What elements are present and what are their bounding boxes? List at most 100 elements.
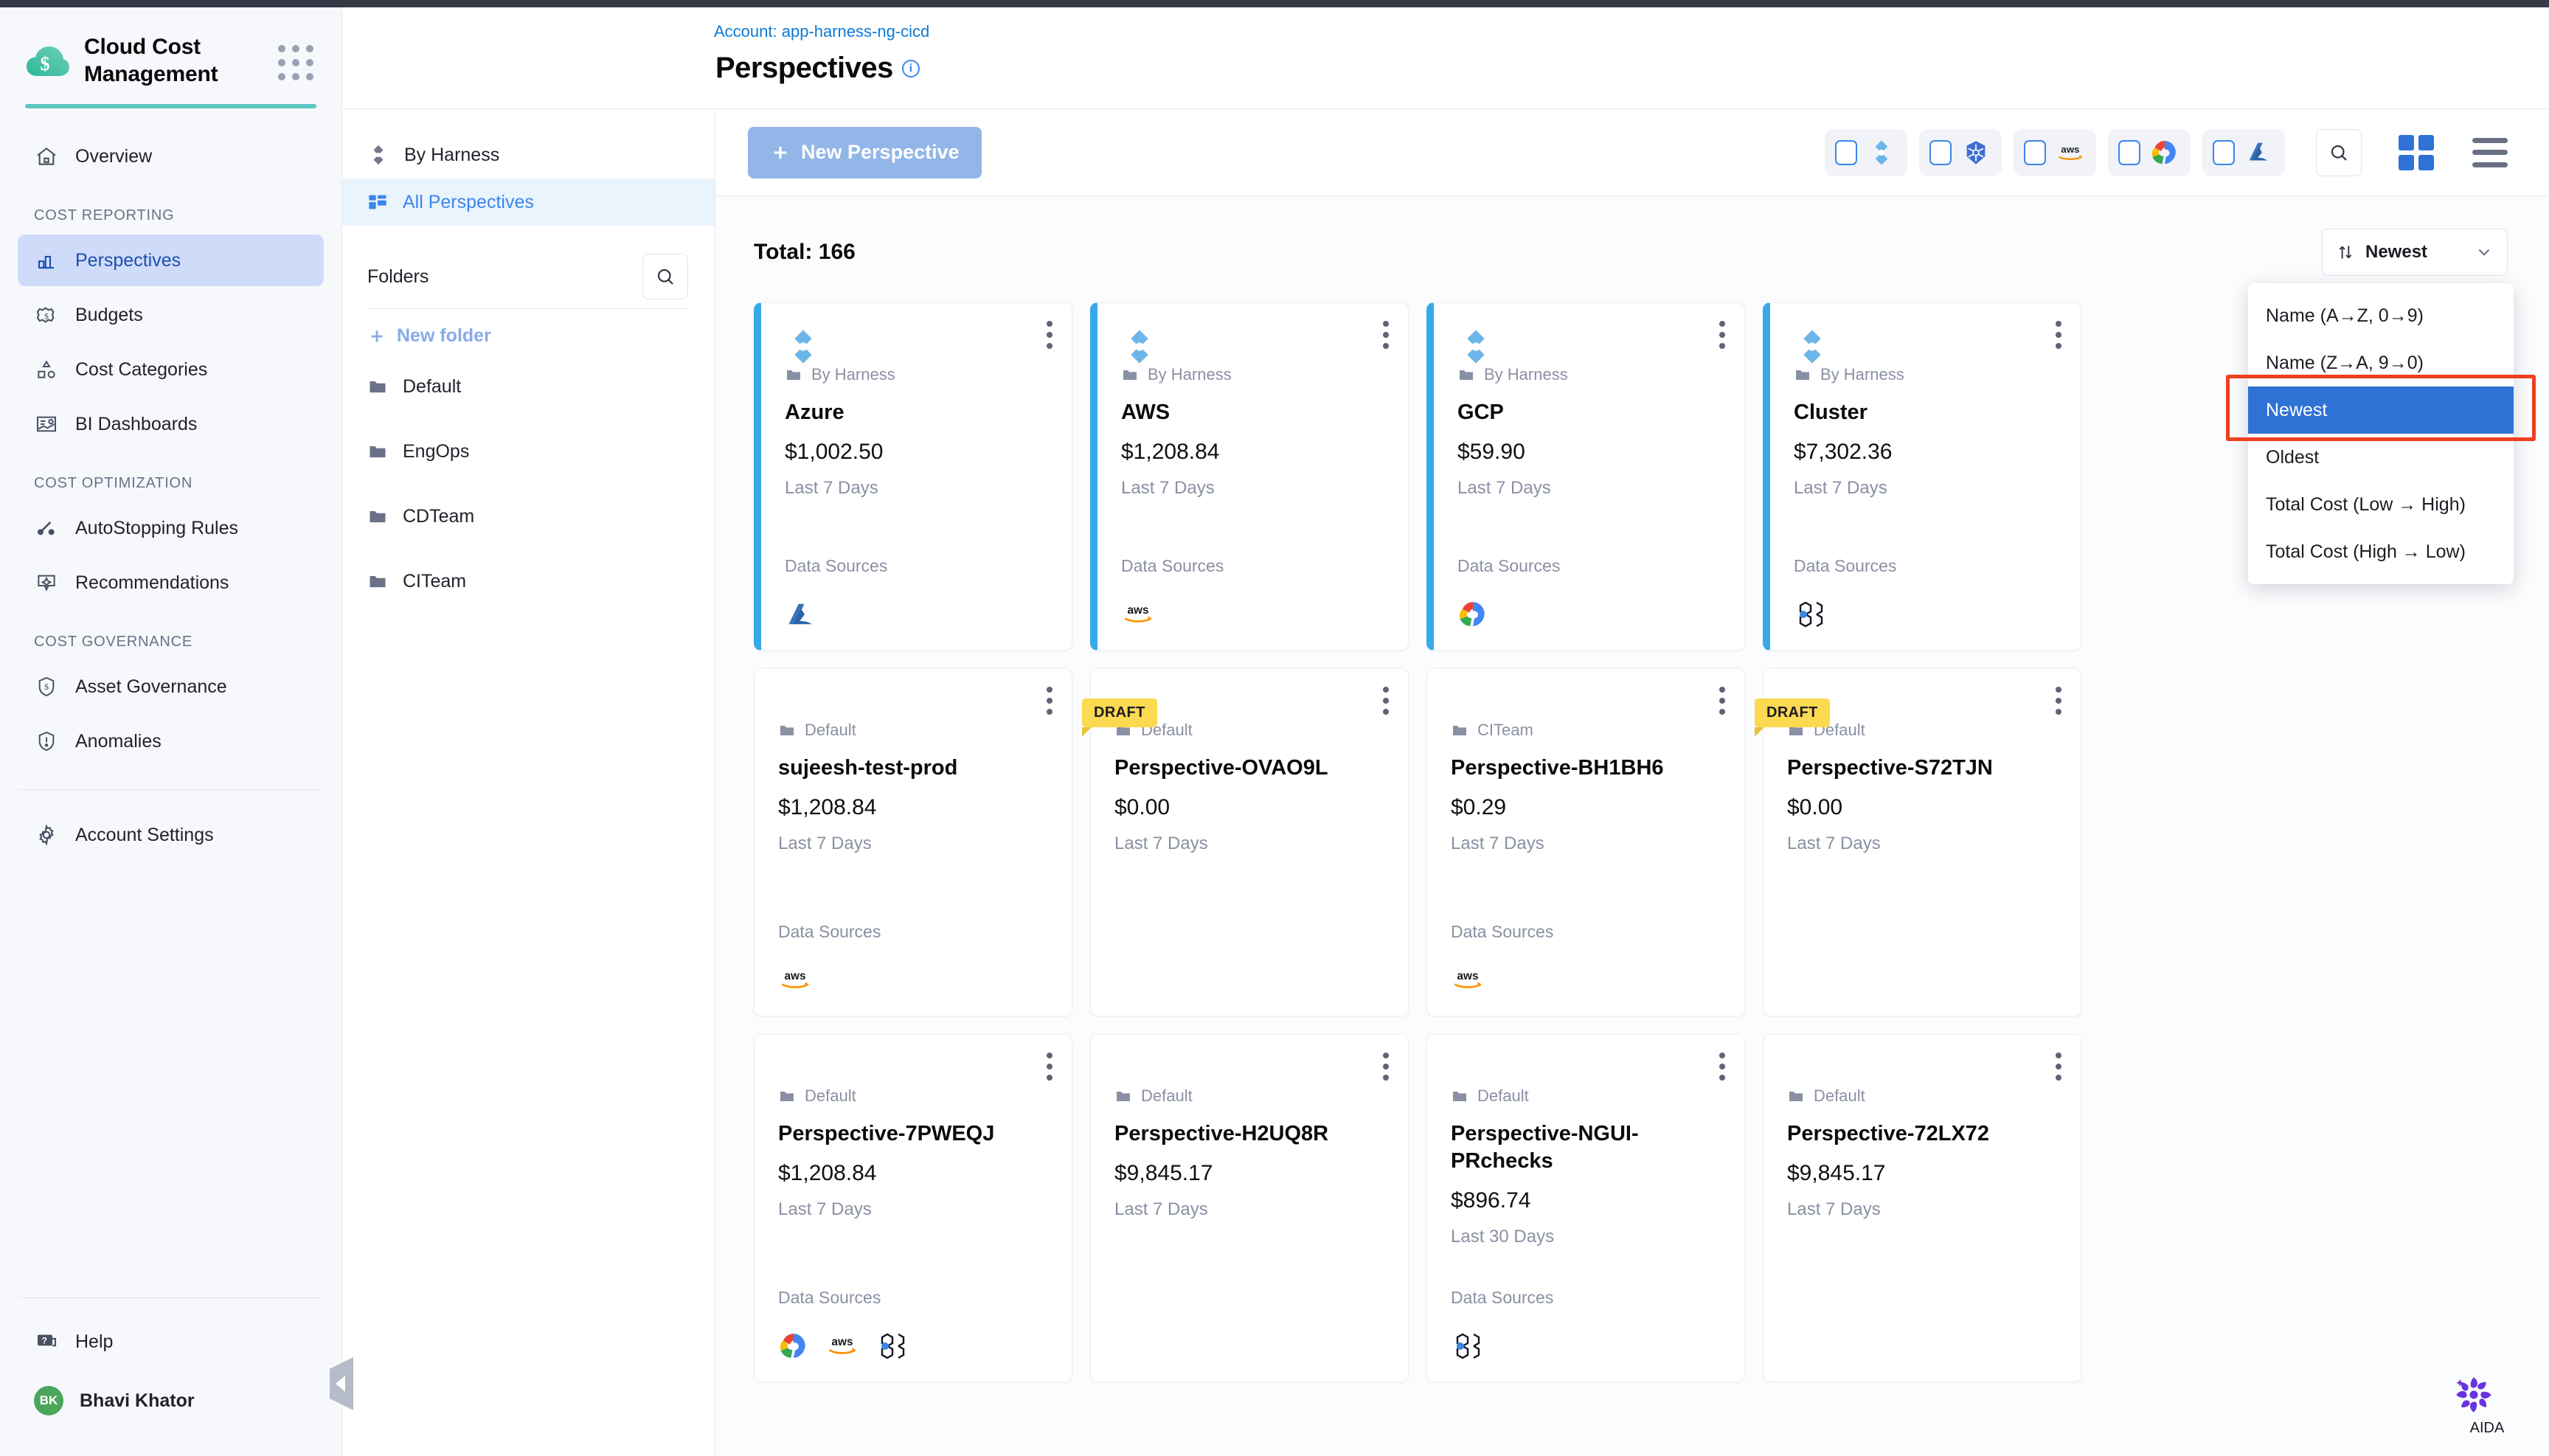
page-title: Perspectives [715,52,893,84]
perspective-card[interactable]: Default Perspective-NGUI-PRchecks $896.74… [1426,1034,1745,1382]
card-date-range: Last 7 Days [1121,478,1215,499]
sidebar-user[interactable]: BK Bhavi Khator [18,1375,324,1426]
search-button[interactable] [2316,128,2362,176]
card-data-sources: aws [778,1328,908,1364]
sidebar-item-perspectives[interactable]: Perspectives [18,235,324,287]
folder-item-by-harness[interactable]: By Harness [342,131,715,178]
checkbox-harness[interactable] [1835,139,1857,165]
sort-dropdown-menu: Name (A→Z, 0→9) Name (Z→A, 9→0) Newest O… [2226,283,2536,584]
card-menu-button[interactable] [1047,321,1052,349]
total-row: Total: 166 Newest Name (A→Z, 0→9) Name (… [715,196,2549,584]
folders-search-button[interactable] [642,254,688,299]
card-folder: CITeam [1451,721,1721,740]
card-menu-button[interactable] [1719,1053,1725,1081]
total-count: Total: 166 [754,240,856,264]
brand-title: Cloud Cost Management [84,35,218,86]
folder-row-cdteam[interactable]: CDTeam [342,484,715,549]
folder-icon [1457,366,1475,384]
perspective-card[interactable]: CITeam Perspective-BH1BH6 $0.29 Last 7 Day… [1426,668,1745,1016]
folder-icon [1114,1087,1132,1105]
breadcrumb[interactable]: Account: app-harness-ng-cicd [714,22,2549,41]
perspective-card[interactable]: By Harness Azure $1,002.50 Last 7 Days Data… [754,302,1072,651]
card-menu-button[interactable] [2056,1053,2061,1081]
card-menu-button[interactable] [1383,321,1389,349]
filter-azure[interactable] [2202,128,2285,176]
card-menu-button[interactable] [1383,1053,1389,1081]
folder-icon [367,571,388,592]
card-menu-button[interactable] [2056,321,2061,349]
card-menu-button[interactable] [1047,687,1052,715]
new-folder-button[interactable]: New folder [342,309,715,354]
card-data-sources [1794,597,1826,632]
sort-option-newest[interactable]: Newest [2248,386,2514,434]
sidebar-item-anomalies[interactable]: Anomalies [18,715,324,767]
app-grid-icon[interactable] [278,42,313,80]
sidebar-item-recommendations[interactable]: Recommendations [18,557,324,609]
card-folder-label: By Harness [811,365,895,384]
sort-option-oldest[interactable]: Oldest [2248,434,2514,481]
gcp-icon [778,1331,809,1362]
sidebar-item-autostopping-rules[interactable]: AutoStopping Rules [18,502,324,554]
checkbox-azure[interactable] [2213,139,2235,165]
folder-row-default[interactable]: Default [342,354,715,419]
checkbox-kubernetes[interactable] [1929,139,1952,165]
sidebar-item-overview[interactable]: Overview [18,131,324,182]
card-menu-button[interactable] [1383,687,1389,715]
sort-option-cost-high-low[interactable]: Total Cost (High → Low) [2248,528,2514,575]
sidebar-item-budgets[interactable]: $ Budgets [18,289,324,341]
sort-option-name-desc[interactable]: Name (Z→A, 9→0) [2248,339,2514,386]
perspective-card[interactable]: Default Perspective-7PWEQJ $1,208.84 Last … [754,1034,1072,1382]
shield-dollar-icon: $ [34,674,59,699]
card-date-range: Last 7 Days [785,478,878,499]
page-header: Account: app-harness-ng-cicd Perspective… [342,0,2549,109]
sort-option-cost-low-high[interactable]: Total Cost (Low → High) [2248,481,2514,528]
new-perspective-button[interactable]: New Perspective [748,126,982,178]
card-menu-button[interactable] [1719,687,1725,715]
perspective-card[interactable]: By Harness AWS $1,208.84 Last 7 Days Data S… [1090,302,1409,651]
cost-categories-icon [34,357,59,382]
perspective-card[interactable]: Default Perspective-72LX72 $9,845.17 Last … [1763,1034,2081,1382]
sidebar-item-asset-governance[interactable]: $ Asset Governance [18,661,324,713]
list-view-toggle[interactable] [2472,137,2508,167]
filter-aws[interactable]: aws [2014,128,2096,176]
checkbox-aws[interactable] [2024,139,2046,165]
perspective-card[interactable]: By Harness GCP $59.90 Last 7 Days Data Sour… [1426,302,1745,651]
sidebar-item-cost-categories[interactable]: Cost Categories [18,344,324,395]
filter-kubernetes[interactable] [1919,128,2002,176]
folder-item-label: By Harness [404,144,500,165]
folder-item-all-perspectives[interactable]: All Perspectives [342,178,715,226]
grid-view-toggle[interactable] [2399,134,2434,170]
folder-row-citeam[interactable]: CITeam [342,549,715,614]
card-data-sources-label: Data Sources [785,556,888,575]
card-data-sources [785,597,817,632]
perspective-card[interactable]: Default Perspective-H2UQ8R $9,845.17 Last … [1090,1034,1409,1382]
aida-button[interactable]: AIDA [2452,1373,2522,1437]
folder-row-engops[interactable]: EngOps [342,419,715,484]
card-date-range: Last 30 Days [1451,1227,1555,1247]
new-perspective-label: New Perspective [801,141,960,163]
sidebar-item-label: BI Dashboards [75,413,198,434]
svg-text:$: $ [44,311,49,322]
card-menu-button[interactable] [1047,1053,1052,1081]
checkbox-gcp[interactable] [2118,139,2140,165]
sort-option-name-asc[interactable]: Name (A→Z, 0→9) [2248,292,2514,339]
card-folder: Default [1114,1086,1384,1106]
perspective-card[interactable]: DRAFT Default Perspective-S72TJN $0.00 Las… [1755,668,2081,1016]
sort-dropdown-button[interactable]: Newest [2322,229,2508,276]
card-menu-button[interactable] [2056,687,2061,715]
filter-harness[interactable] [1825,128,1907,176]
perspective-card[interactable]: DRAFT Default Perspective-OVAO9L $0.00 Las… [1082,668,1409,1016]
card-data-sources-label: Data Sources [1451,922,1554,941]
sidebar-item-account-settings[interactable]: Account Settings [18,809,324,861]
info-circle-icon[interactable]: i [901,59,920,77]
filter-gcp[interactable] [2108,128,2191,176]
card-title: Perspective-OVAO9L [1114,756,1328,780]
sidebar-item-bi-dashboards[interactable]: BI Dashboards [18,398,324,450]
card-data-sources-label: Data Sources [1794,556,1897,575]
gcp-icon [1457,599,1488,630]
card-menu-button[interactable] [1719,321,1725,349]
perspective-card[interactable]: By Harness Cluster $7,302.36 Last 7 Days Da… [1763,302,2081,651]
new-folder-label: New folder [397,325,491,346]
sidebar-item-help[interactable]: ? Help [18,1316,324,1367]
perspective-card[interactable]: Default sujeesh-test-prod $1,208.84 Last 7… [754,668,1072,1016]
